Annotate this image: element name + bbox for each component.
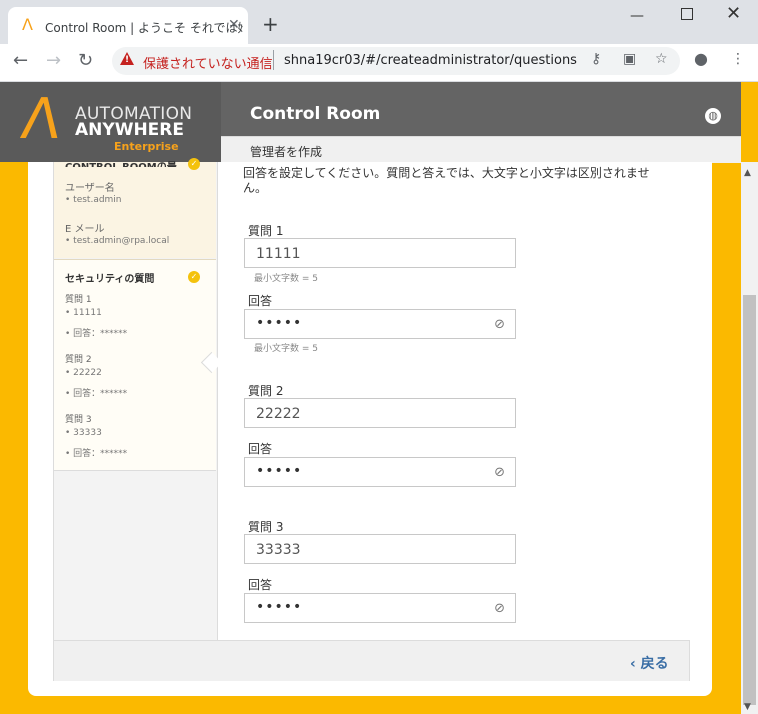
answer-3-masked: ••••• (256, 599, 303, 615)
page-title: 管理者を作成 (250, 145, 323, 159)
back-button[interactable]: ‹ 戻る (630, 653, 669, 673)
tab-favicon-icon: Λ (22, 15, 33, 34)
globe-icon[interactable]: ◍ (705, 108, 721, 124)
sidebar-q3-value: • 33333 (65, 428, 102, 438)
sidebar-email-label: E メール (65, 224, 105, 235)
answer-2-masked: ••••• (256, 463, 303, 479)
logo-line3: Enterprise (114, 140, 179, 153)
menu-icon[interactable]: ⋮ (731, 51, 745, 67)
tab-close-icon[interactable]: ✕ (228, 17, 240, 33)
sidebar-q1-answer: • 回答：****** (65, 329, 128, 339)
sidebar-user-value: • test.admin (65, 195, 122, 205)
answer-2-input[interactable]: ••••• ⊘ (244, 457, 516, 487)
back-arrow-icon[interactable]: ← (13, 50, 28, 71)
security-check-icon: ✓ (188, 271, 200, 283)
sidebar-user-label: ユーザー名 (65, 183, 115, 194)
window-maximize-button[interactable] (681, 8, 693, 20)
answer-1-hint: 最小文字数 = 5 (254, 344, 318, 354)
answer-1-masked: ••••• (256, 315, 303, 331)
warning-icon-mark: ! (125, 55, 130, 65)
new-tab-button[interactable]: + (262, 14, 279, 34)
question-1-hint: 最小文字数 = 5 (254, 274, 318, 284)
question-2-label: 質問 2 (248, 384, 284, 398)
star-icon[interactable]: ☆ (655, 51, 668, 67)
active-step-section (54, 259, 216, 471)
scrollbar-thumb[interactable] (743, 295, 756, 705)
eye-slash-icon[interactable]: ⊘ (494, 465, 505, 480)
answer-1-input[interactable]: ••••• ⊘ (244, 309, 516, 339)
question-3-label: 質問 3 (248, 520, 284, 534)
window-minimize-button[interactable]: — (630, 8, 644, 24)
app-title: Control Room (250, 104, 381, 124)
sidebar-q2-label: 質問 2 (65, 355, 92, 365)
logo-line2: ANYWHERE (75, 120, 184, 140)
question-1-input[interactable]: 11111 (244, 238, 516, 268)
sidebar-q2-value: • 22222 (65, 368, 102, 378)
step-complete-check-icon: ✓ (188, 158, 200, 170)
eye-slash-icon[interactable]: ⊘ (494, 601, 505, 616)
answer-1-label: 回答 (248, 294, 273, 308)
sidebar-q3-answer: • 回答：****** (65, 449, 128, 459)
sidebar-security-heading: セキュリティの質問 (65, 274, 155, 285)
not-secure-label[interactable]: 保護されていない通信 (143, 53, 273, 72)
scroll-down-arrow-icon[interactable]: ▼ (744, 702, 751, 712)
question-1-value: 11111 (256, 246, 301, 262)
instruction-text: 回答を設定してください。質問と答えでは、大文字と小文字は区別されません。 (243, 166, 650, 195)
question-2-input[interactable]: 22222 (244, 398, 516, 428)
window-close-button[interactable]: ✕ (726, 3, 741, 24)
forward-arrow-icon[interactable]: → (46, 50, 61, 71)
url-separator (273, 50, 274, 70)
reload-icon[interactable]: ↻ (78, 50, 93, 71)
sidebar-q1-value: • 11111 (65, 308, 102, 318)
question-3-value: 33333 (256, 542, 301, 558)
url-text[interactable]: shna19cr03/#/createadministrator/questio… (284, 53, 577, 68)
sidebar-q3-label: 質問 3 (65, 415, 92, 425)
wizard-footer (53, 640, 690, 681)
question-3-input[interactable]: 33333 (244, 534, 516, 564)
sidebar-step-heading: CONTROL ROOMの最... (65, 158, 188, 167)
answer-3-label: 回答 (248, 578, 273, 592)
profile-icon[interactable]: ● (694, 49, 708, 68)
answer-3-input[interactable]: ••••• ⊘ (244, 593, 516, 623)
question-2-value: 22222 (256, 406, 301, 422)
answer-2-label: 回答 (248, 442, 273, 456)
key-icon[interactable]: ⚷ (591, 51, 601, 67)
sidebar-email-value: • test.admin@rpa.local (65, 236, 170, 246)
sidebar-q1-label: 質問 1 (65, 295, 92, 305)
translate-icon[interactable]: ▣ (623, 51, 636, 67)
scroll-up-arrow-icon[interactable]: ▲ (744, 168, 751, 178)
sidebar-q2-answer: • 回答：****** (65, 389, 128, 399)
tab-title: Control Room | ようこそ それでは始め (45, 21, 243, 35)
eye-slash-icon[interactable]: ⊘ (494, 317, 505, 332)
question-1-label: 質問 1 (248, 224, 284, 238)
